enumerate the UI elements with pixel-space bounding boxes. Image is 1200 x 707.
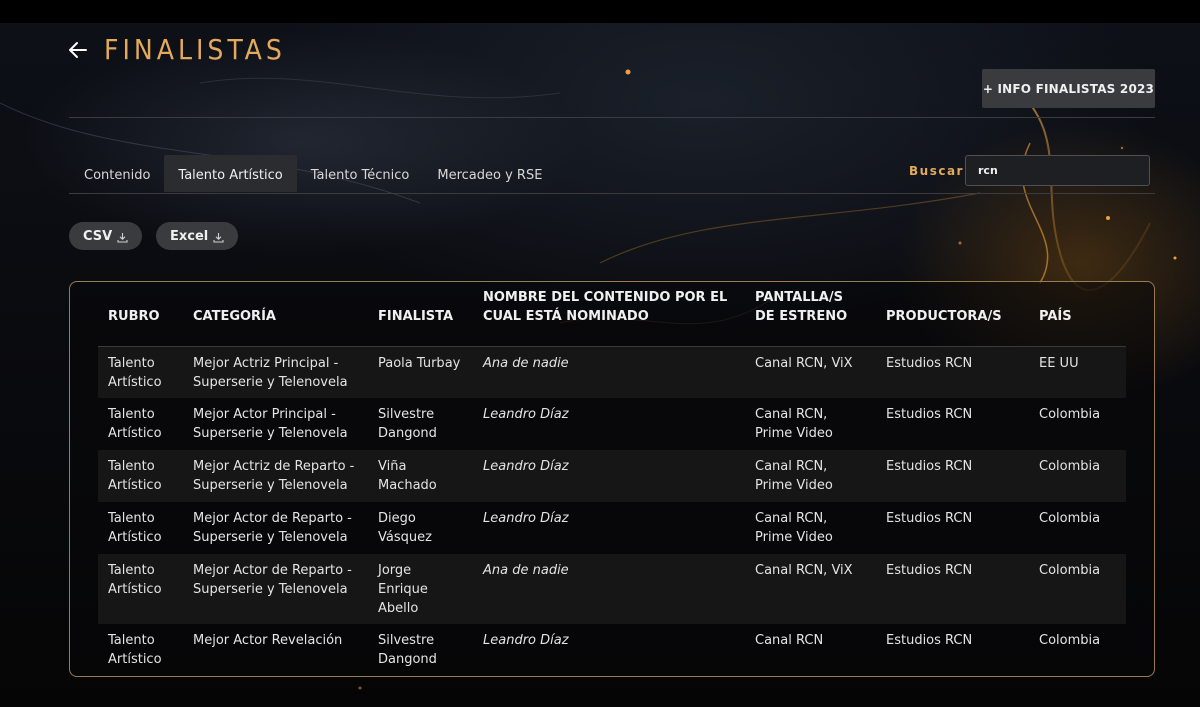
cell-nombre-contenido: Leandro Díaz [483, 407, 569, 422]
cell-nombre-contenido: Leandro Díaz [483, 633, 569, 648]
tab-mercadeo-rse[interactable]: Mercadeo y RSE [423, 155, 556, 192]
table-row: Talento Artístico Mejor Actor de Reparto… [98, 502, 1126, 554]
column-header-categoria[interactable]: CATEGORÍA [183, 282, 368, 347]
cell-categoria: Mejor Actor Revelación [193, 633, 343, 648]
column-header-nombre-contenido[interactable]: NOMBRE DEL CONTENIDO POR EL CUAL ESTÁ NO… [473, 282, 745, 347]
cell-nombre-contenido: Leandro Díaz [473, 450, 745, 502]
column-header-productora[interactable]: PRODUCTORA/S [876, 282, 1029, 347]
cell-nombre-contenido: Ana de nadie [473, 346, 745, 398]
table-row: Talento Artístico Mejor Actor Principal … [98, 398, 1126, 450]
cell-nombre-contenido: Leandro Díaz [483, 511, 569, 526]
table-row: Talento Artístico Mejor Actriz de Repart… [98, 450, 1126, 502]
cell-categoria: Mejor Actor de Reparto - Superserie y Te… [193, 511, 352, 545]
cell-categoria: Mejor Actriz de Reparto - Superserie y T… [183, 450, 368, 502]
cell-finalista: Jorge Enrique Abello [368, 554, 473, 624]
cell-rubro: Talento Artístico [98, 346, 183, 398]
cell-categoria: Mejor Actor de Reparto - Superserie y Te… [183, 554, 368, 624]
cell-finalista: Silvestre Dangond [378, 633, 437, 667]
cell-productora: Estudios RCN [876, 346, 1029, 398]
header-divider [69, 117, 1155, 118]
cell-finalista: Diego Vásquez [378, 511, 432, 545]
cell-categoria: Mejor Actriz Principal - Superserie y Te… [183, 346, 368, 398]
cell-pais: Colombia [1039, 511, 1101, 526]
cell-rubro: Talento Artístico [98, 450, 183, 502]
tabs-divider [69, 193, 1155, 194]
csv-export-button[interactable]: CSV [69, 222, 143, 250]
cell-productora: Estudios RCN [886, 633, 973, 648]
search-label: Buscar: [909, 164, 971, 178]
table-row: Talento Artístico Mejor Actor Revelación… [98, 624, 1126, 676]
page-title: FINALISTAS [104, 33, 286, 66]
table-header-row: RUBRO CATEGORÍA FINALISTA NOMBRE DEL CON… [98, 282, 1126, 347]
cell-productora: Estudios RCN [876, 450, 1029, 502]
table-row: Talento Artístico Mejor Actor de Reparto… [98, 554, 1126, 624]
download-icon [117, 233, 128, 243]
cell-finalista: Silvestre Dangond [378, 407, 437, 441]
cell-pantalla: Canal RCN, Prime Video [745, 450, 876, 502]
cell-pantalla: Canal RCN, Prime Video [755, 511, 833, 545]
finalists-table-container: RUBRO CATEGORÍA FINALISTA NOMBRE DEL CON… [69, 281, 1155, 677]
info-finalistas-button[interactable]: + INFO FINALISTAS 2023 [982, 69, 1155, 108]
column-header-pantalla[interactable]: PANTALLA/S DE ESTRENO [745, 282, 876, 347]
cell-rubro: Talento Artístico [108, 511, 162, 545]
excel-export-button[interactable]: Excel [156, 222, 239, 250]
cell-categoria: Mejor Actor Principal - Superserie y Tel… [193, 407, 348, 441]
excel-button-label: Excel [170, 228, 209, 244]
csv-button-label: CSV [83, 228, 113, 244]
cell-productora: Estudios RCN [886, 407, 973, 422]
cell-rubro: Talento Artístico [98, 554, 183, 624]
cell-productora: Estudios RCN [876, 554, 1029, 624]
tab-talento-artistico[interactable]: Talento Artístico [164, 155, 297, 192]
finalists-table: RUBRO CATEGORÍA FINALISTA NOMBRE DEL CON… [98, 282, 1126, 676]
column-header-finalista[interactable]: FINALISTA [368, 282, 473, 347]
cell-pais: Colombia [1029, 450, 1126, 502]
cell-rubro: Talento Artístico [108, 407, 162, 441]
column-header-pais[interactable]: PAÍS [1029, 282, 1126, 347]
cell-pais: Colombia [1039, 407, 1101, 422]
cell-pais: EE UU [1029, 346, 1126, 398]
cell-nombre-contenido: Ana de nadie [473, 554, 745, 624]
cell-finalista: Viña Machado [368, 450, 473, 502]
table-row: Talento Artístico Mejor Actriz Principal… [98, 346, 1126, 398]
cell-rubro: Talento Artístico [108, 633, 162, 667]
cell-productora: Estudios RCN [886, 511, 973, 526]
back-arrow-icon[interactable] [66, 39, 90, 61]
cell-pais: Colombia [1039, 633, 1101, 648]
tab-contenido[interactable]: Contenido [70, 155, 164, 192]
tab-talento-tecnico[interactable]: Talento Técnico [297, 155, 424, 192]
tab-bar: Contenido Talento Artístico Talento Técn… [70, 155, 556, 193]
cell-pais: Colombia [1029, 554, 1126, 624]
cell-pantalla: Canal RCN, Prime Video [755, 407, 833, 441]
cell-pantalla: Canal RCN, ViX [745, 554, 876, 624]
cell-pantalla: Canal RCN [755, 633, 824, 648]
download-icon [213, 233, 224, 243]
column-header-rubro[interactable]: RUBRO [98, 282, 183, 347]
cell-finalista: Paola Turbay [368, 346, 473, 398]
cell-pantalla: Canal RCN, ViX [745, 346, 876, 398]
search-input[interactable] [965, 155, 1150, 186]
